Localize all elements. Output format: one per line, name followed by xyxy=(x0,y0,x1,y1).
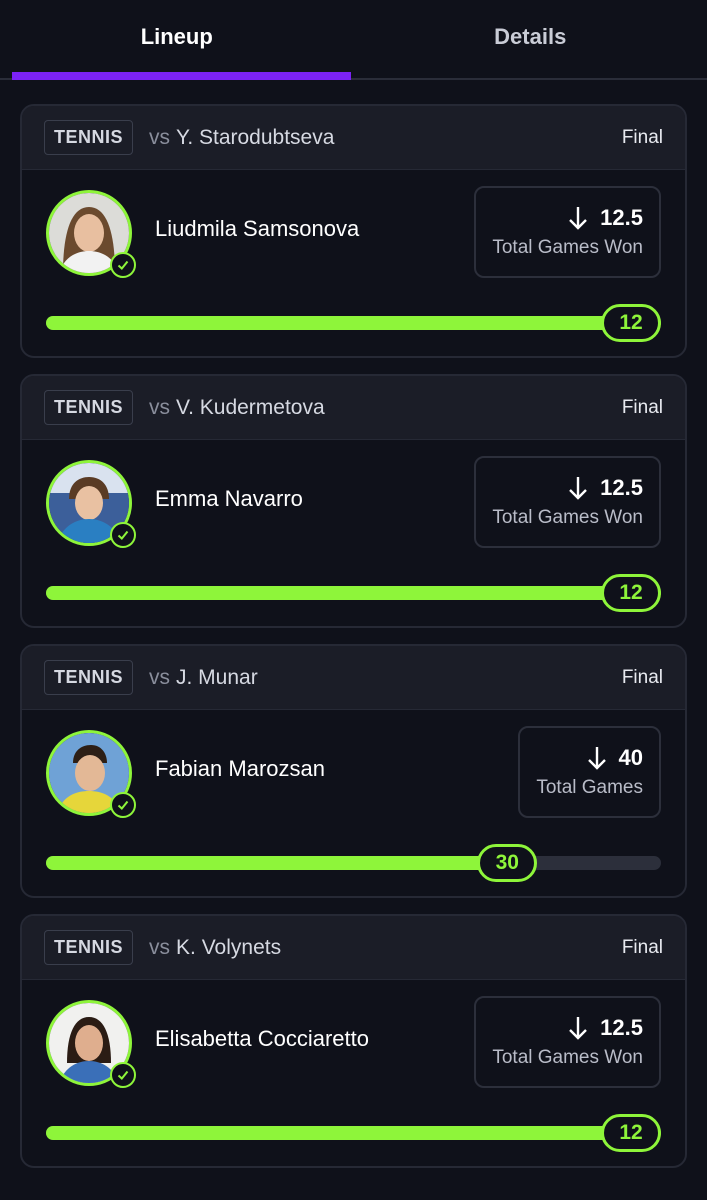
stat-line-value: 12.5 xyxy=(600,1015,643,1040)
progress-fill xyxy=(46,586,661,600)
progress-value: 30 xyxy=(477,844,538,882)
progress-fill xyxy=(46,1126,661,1140)
tab-bar: Lineup Details xyxy=(0,0,707,80)
card-header: TENNIS vs Y. Starodubtseva Final xyxy=(22,106,685,170)
stat-label: Total Games Won xyxy=(492,237,643,258)
avatar[interactable] xyxy=(46,190,136,278)
card-header: TENNIS vs K. Volynets Final xyxy=(22,916,685,980)
progress-fill xyxy=(46,856,508,870)
player-name: Emma Navarro xyxy=(155,486,303,511)
sport-badge: TENNIS xyxy=(44,930,134,965)
opponent-name: V. Kudermetova xyxy=(176,395,325,419)
check-icon xyxy=(110,1062,136,1088)
stat-label: Total Games Won xyxy=(492,1047,643,1068)
avatar[interactable] xyxy=(46,460,136,548)
player-name: Elisabetta Cocciaretto xyxy=(155,1026,369,1051)
vs-label: vs xyxy=(149,395,171,419)
game-status: Final xyxy=(621,936,663,958)
sport-badge: TENNIS xyxy=(44,660,134,695)
check-icon xyxy=(110,522,136,548)
sport-badge: TENNIS xyxy=(44,390,134,425)
progress-bar: 12 xyxy=(46,1114,661,1152)
progress-value: 12 xyxy=(601,1114,661,1152)
stat-label: Total Games xyxy=(536,777,643,798)
stat-box: 40 Total Games xyxy=(518,726,661,818)
progress-fill xyxy=(46,316,661,330)
stat-box: 12.5 Total Games Won xyxy=(474,996,661,1088)
game-status: Final xyxy=(621,666,663,688)
check-icon xyxy=(110,252,136,278)
progress-value: 12 xyxy=(601,574,661,612)
opponent-name: J. Munar xyxy=(176,665,258,689)
check-icon xyxy=(110,792,136,818)
card-header: TENNIS vs J. Munar Final xyxy=(22,646,685,710)
progress-bar: 30 xyxy=(46,844,661,882)
avatar[interactable] xyxy=(46,1000,136,1088)
avatar[interactable] xyxy=(46,730,136,818)
progress-bar: 12 xyxy=(46,574,661,612)
lineup-list: TENNIS vs Y. Starodubtseva Final Liudmil… xyxy=(0,80,707,1168)
active-tab-indicator xyxy=(12,72,351,80)
stat-box: 12.5 Total Games Won xyxy=(474,186,661,278)
vs-label: vs xyxy=(149,665,171,689)
player-card[interactable]: TENNIS vs K. Volynets Final Elisabetta C… xyxy=(20,914,687,1168)
stat-label: Total Games Won xyxy=(492,507,643,528)
arrow-down-icon xyxy=(587,747,606,770)
game-status: Final xyxy=(621,126,663,148)
vs-label: vs xyxy=(149,125,171,149)
progress-bar: 12 xyxy=(46,304,661,342)
arrow-down-icon xyxy=(569,477,588,500)
opponent-name: Y. Starodubtseva xyxy=(176,125,335,149)
arrow-down-icon xyxy=(569,1017,588,1040)
stat-box: 12.5 Total Games Won xyxy=(474,456,661,548)
player-name: Fabian Marozsan xyxy=(155,756,325,781)
tab-details[interactable]: Details xyxy=(354,0,707,78)
tab-lineup[interactable]: Lineup xyxy=(0,0,354,78)
stat-line-value: 12.5 xyxy=(600,475,643,500)
player-card[interactable]: TENNIS vs J. Munar Final Fabian Marozsan… xyxy=(20,644,687,898)
sport-badge: TENNIS xyxy=(44,120,134,155)
player-card[interactable]: TENNIS vs V. Kudermetova Final Emma Nava… xyxy=(20,374,687,628)
progress-value: 12 xyxy=(601,304,661,342)
player-name: Liudmila Samsonova xyxy=(155,216,360,241)
stat-line-value: 40 xyxy=(618,745,643,770)
stat-line-value: 12.5 xyxy=(600,205,643,230)
player-card[interactable]: TENNIS vs Y. Starodubtseva Final Liudmil… xyxy=(20,104,687,358)
opponent-name: K. Volynets xyxy=(176,935,282,959)
card-header: TENNIS vs V. Kudermetova Final xyxy=(22,376,685,440)
game-status: Final xyxy=(621,396,663,418)
arrow-down-icon xyxy=(569,207,588,230)
vs-label: vs xyxy=(149,935,171,959)
